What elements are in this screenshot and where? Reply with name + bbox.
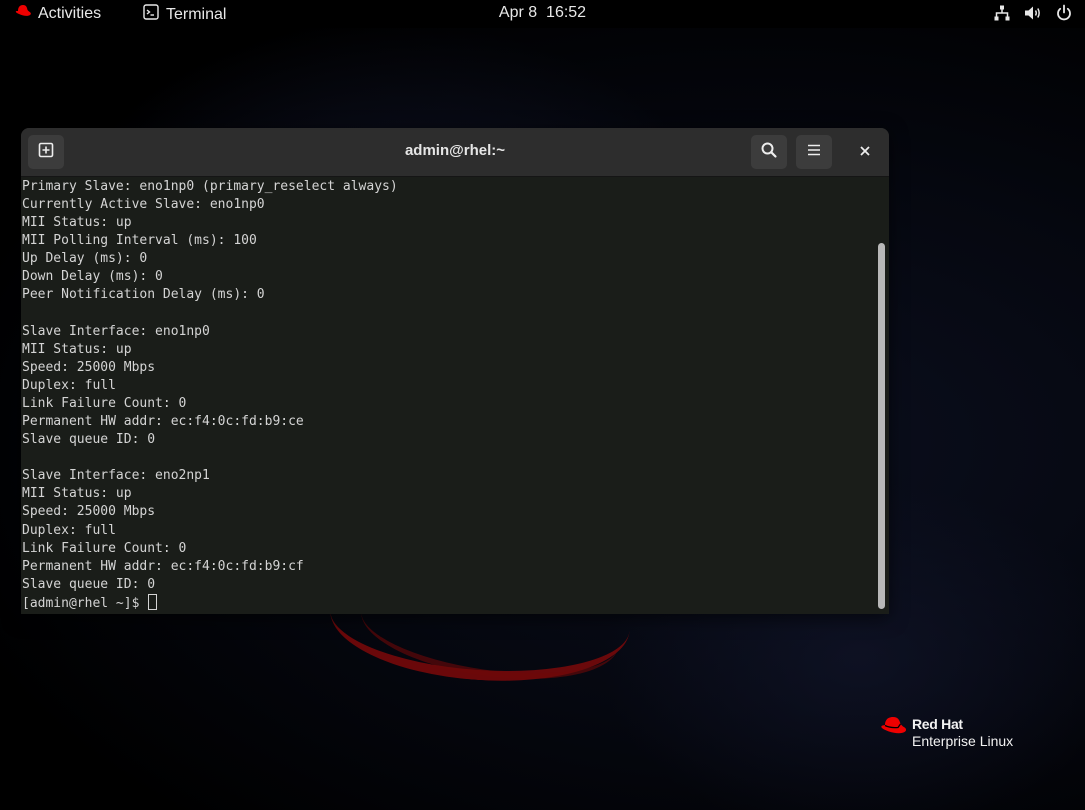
window-titlebar[interactable]: admin@rhel:~ [21, 128, 889, 177]
scrollbar-thumb[interactable] [878, 243, 885, 609]
terminal-output[interactable]: Primary Slave: eno1np0 (primary_reselect… [21, 177, 873, 614]
app-menu-label: Terminal [166, 5, 227, 23]
app-menu-terminal[interactable]: Terminal [143, 4, 226, 25]
terminal-line: Currently Active Slave: eno1np0 [22, 196, 265, 212]
terminal-line: Down Delay (ms): 0 [22, 269, 163, 285]
terminal-line: MII Polling Interval (ms): 100 [22, 233, 257, 249]
close-window-button[interactable] [847, 135, 883, 169]
terminal-line: Link Failure Count: 0 [22, 395, 187, 411]
terminal-line: Slave Interface: eno2np1 [22, 468, 210, 484]
activities-button[interactable]: Activities [14, 4, 101, 23]
desktop: Activities Terminal Apr 8 16:52 admin@rh… [0, 0, 1085, 810]
new-tab-icon [37, 141, 55, 163]
terminal-line: Permanent HW addr: ec:f4:0c:fd:b9:cf [22, 558, 304, 574]
terminal-line: Speed: 25000 Mbps [22, 359, 156, 375]
terminal-line: Duplex: full [22, 377, 116, 393]
terminal-line: MII Status: up [22, 214, 132, 230]
terminal-line: Duplex: full [22, 522, 116, 538]
text-cursor [148, 593, 158, 610]
redhat-logo: Red Hat Enterprise Linux [878, 715, 1013, 749]
branding-line2: Enterprise Linux [912, 733, 1014, 749]
system-status-area[interactable] [993, 4, 1073, 22]
terminal-lines: Primary Slave: eno1np0 (primary_reselect… [22, 178, 398, 612]
main-menu-button[interactable] [796, 135, 832, 169]
activities-label: Activities [38, 4, 102, 22]
scrollbar[interactable] [873, 177, 889, 614]
redhat-hat-icon [14, 4, 32, 23]
network-icon[interactable] [993, 4, 1011, 22]
new-tab-button[interactable] [28, 135, 64, 169]
terminal-line: Peer Notification Delay (ms): 0 [22, 287, 265, 303]
clock[interactable]: Apr 8 16:52 [499, 4, 586, 21]
close-icon [858, 143, 872, 162]
terminal-line: Speed: 25000 Mbps [22, 504, 156, 520]
volume-icon[interactable] [1023, 4, 1043, 22]
terminal-line: Permanent HW addr: ec:f4:0c:fd:b9:ce [22, 413, 304, 429]
terminal-line: Slave Interface: eno1np0 [22, 323, 210, 339]
terminal-line: Slave queue ID: 0 [22, 576, 156, 592]
branding-line1: Red Hat [912, 716, 963, 732]
power-icon[interactable] [1055, 4, 1073, 22]
search-icon [760, 141, 778, 163]
terminal-line: Slave queue ID: 0 [22, 432, 156, 448]
redhat-hat-icon [878, 715, 908, 742]
terminal-line: Up Delay (ms): 0 [22, 251, 148, 267]
terminal-line: MII Status: up [22, 341, 132, 357]
search-button[interactable] [751, 135, 787, 169]
hamburger-menu-icon [806, 142, 822, 162]
top-bar: Activities Terminal Apr 8 16:52 [0, 0, 1085, 28]
terminal-line: Primary Slave: eno1np0 (primary_reselect… [22, 178, 398, 194]
terminal-line: MII Status: up [22, 486, 132, 502]
shell-prompt: [admin@rhel ~]$ [22, 595, 148, 611]
prompt-line[interactable]: [admin@rhel ~]$ [22, 593, 398, 612]
terminal-line: Link Failure Count: 0 [22, 540, 187, 556]
terminal-window[interactable]: admin@rhel:~ Primary Slave: eno1np0 (pri… [21, 128, 889, 614]
terminal-app-icon [143, 4, 159, 25]
